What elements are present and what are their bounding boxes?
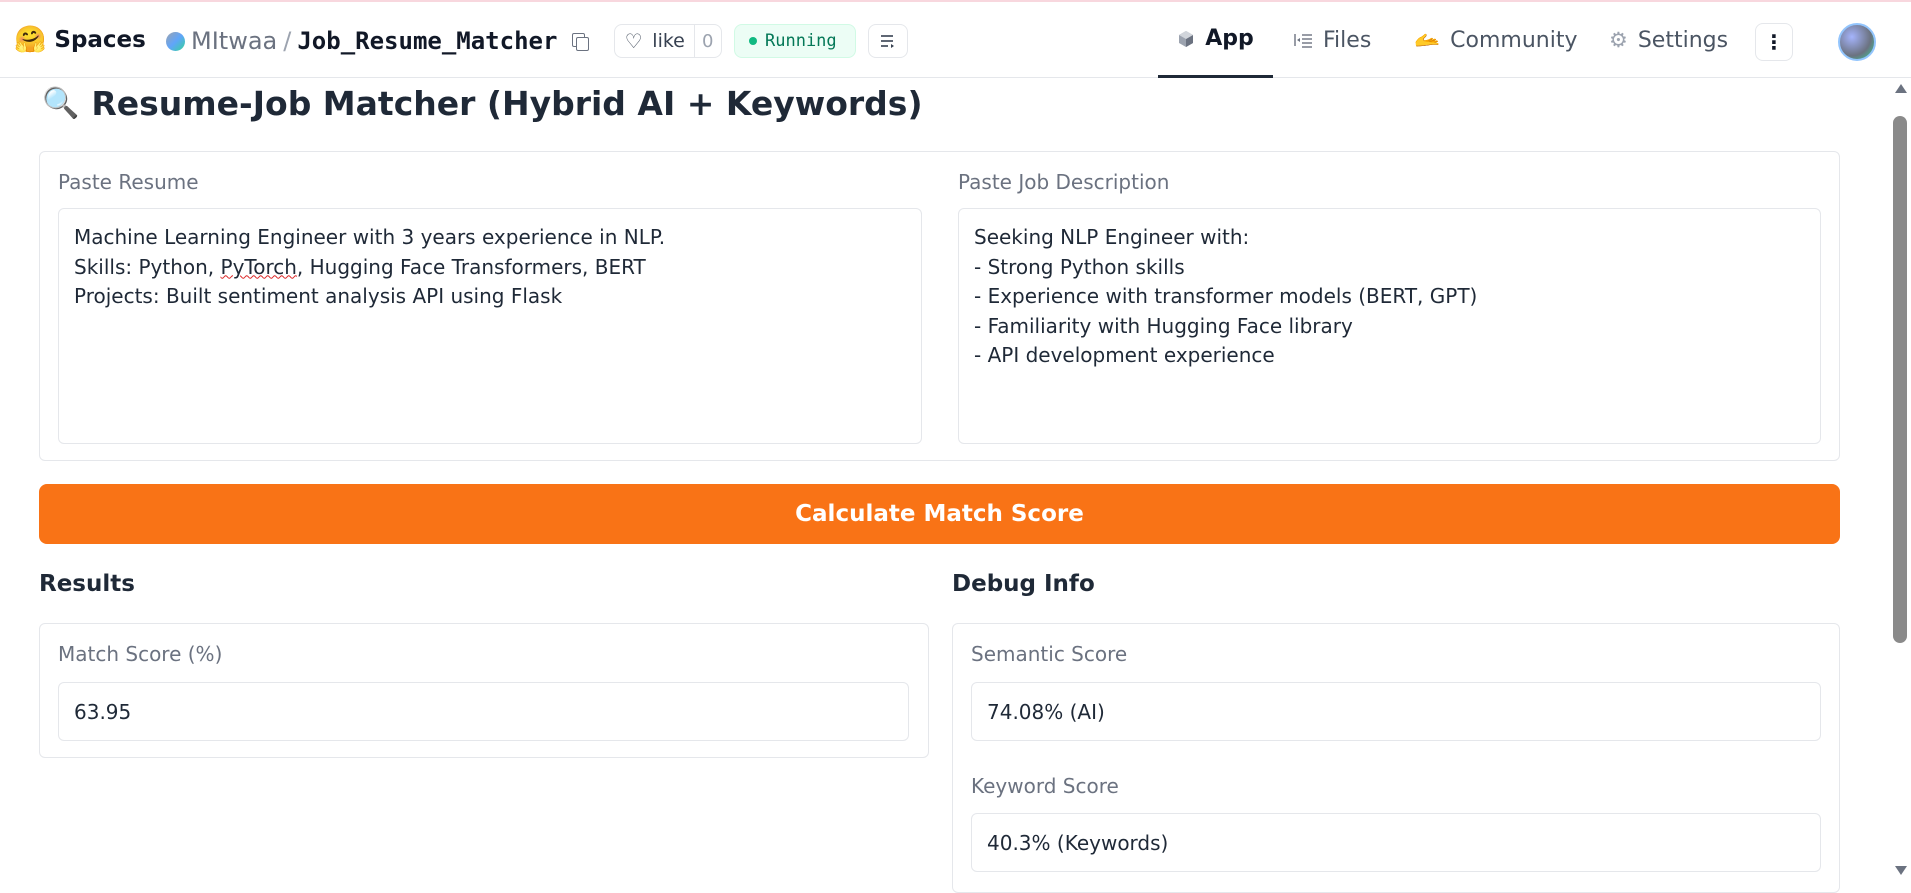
logs-button[interactable] (868, 24, 908, 58)
logs-list-icon (881, 35, 894, 48)
tab-community-label: Community (1450, 27, 1578, 53)
tab-settings[interactable]: ⚙ Settings (1609, 2, 1728, 78)
match-score-label: Match Score (%) (58, 642, 223, 666)
page-title: 🔍 Resume-Job Matcher (Hybrid AI + Keywor… (42, 84, 923, 123)
resume-line-2a: Skills: Python, (74, 254, 221, 279)
spaces-brand[interactable]: 🤗 Spaces (14, 25, 146, 55)
semantic-score-label: Semantic Score (971, 642, 1128, 666)
keyword-score-field[interactable]: 40.3% (Keywords) (971, 813, 1821, 872)
calculate-match-score-button[interactable]: Calculate Match Score (39, 484, 1840, 544)
tab-settings-label: Settings (1637, 27, 1729, 53)
breadcrumb-separator: / (283, 27, 292, 55)
files-icon (1294, 34, 1312, 48)
magnifying-glass-icon: 🔍 (42, 86, 80, 121)
copy-icon[interactable] (571, 32, 590, 51)
hugging-face-logo-icon: 🤗 (14, 25, 47, 55)
gear-icon: ⚙ (1609, 28, 1628, 52)
owner-avatar-icon (166, 31, 185, 51)
tab-files[interactable]: Files (1293, 2, 1371, 78)
scroll-up-arrow-icon[interactable] (1895, 84, 1907, 93)
tab-app[interactable]: App (1158, 2, 1273, 78)
tab-files-label: Files (1323, 27, 1372, 53)
job-description-textarea[interactable]: Seeking NLP Engineer with: - Strong Pyth… (958, 208, 1821, 444)
community-hand-icon: 🫴 (1414, 27, 1441, 52)
cube-icon (1179, 30, 1194, 47)
resume-textarea[interactable]: Machine Learning Engineer with 3 years e… (58, 208, 922, 444)
resume-label: Paste Resume (58, 170, 199, 194)
job-description-label: Paste Job Description (958, 170, 1170, 194)
scrollbar-thumb[interactable] (1893, 116, 1907, 643)
tab-app-label: App (1205, 26, 1254, 51)
status-dot-icon (749, 37, 757, 45)
like-button[interactable]: ♡ like 0 (614, 24, 722, 58)
status-badge[interactable]: Running (734, 24, 856, 58)
resume-line-3: Projects: Built sentiment analysis API u… (74, 284, 563, 308)
spaces-label: Spaces (54, 27, 146, 53)
status-label: Running (765, 31, 837, 51)
keyword-score-label: Keyword Score (971, 774, 1119, 798)
user-avatar[interactable] (1838, 23, 1876, 61)
repo-breadcrumb: MItwaa / Job_Resume_Matcher (166, 27, 590, 55)
scroll-down-arrow-icon[interactable] (1895, 866, 1907, 875)
repo-name-link[interactable]: Job_Resume_Matcher (297, 27, 557, 55)
tab-community[interactable]: 🫴 Community (1414, 2, 1577, 78)
semantic-score-field[interactable]: 74.08% (AI) (971, 682, 1821, 741)
resume-line-2b: , Hugging Face Transformers, BERT (296, 254, 646, 279)
heart-icon: ♡ (624, 29, 643, 53)
like-count[interactable]: 0 (693, 25, 722, 57)
resume-line-1: Machine Learning Engineer with 3 years e… (74, 225, 666, 249)
results-heading: Results (39, 571, 135, 597)
match-score-field[interactable]: 63.95 (58, 682, 909, 741)
resume-misspelled-word: PyTorch (220, 254, 297, 279)
owner-link[interactable]: MItwaa (191, 27, 277, 55)
more-options-button[interactable]: ⋮ (1755, 23, 1793, 61)
debug-info-heading: Debug Info (952, 571, 1095, 597)
page-title-text: Resume-Job Matcher (Hybrid AI + Keywords… (91, 84, 923, 123)
top-header: 🤗 Spaces MItwaa / Job_Resume_Matcher ♡ l… (0, 2, 1911, 78)
like-label: like (652, 30, 685, 52)
